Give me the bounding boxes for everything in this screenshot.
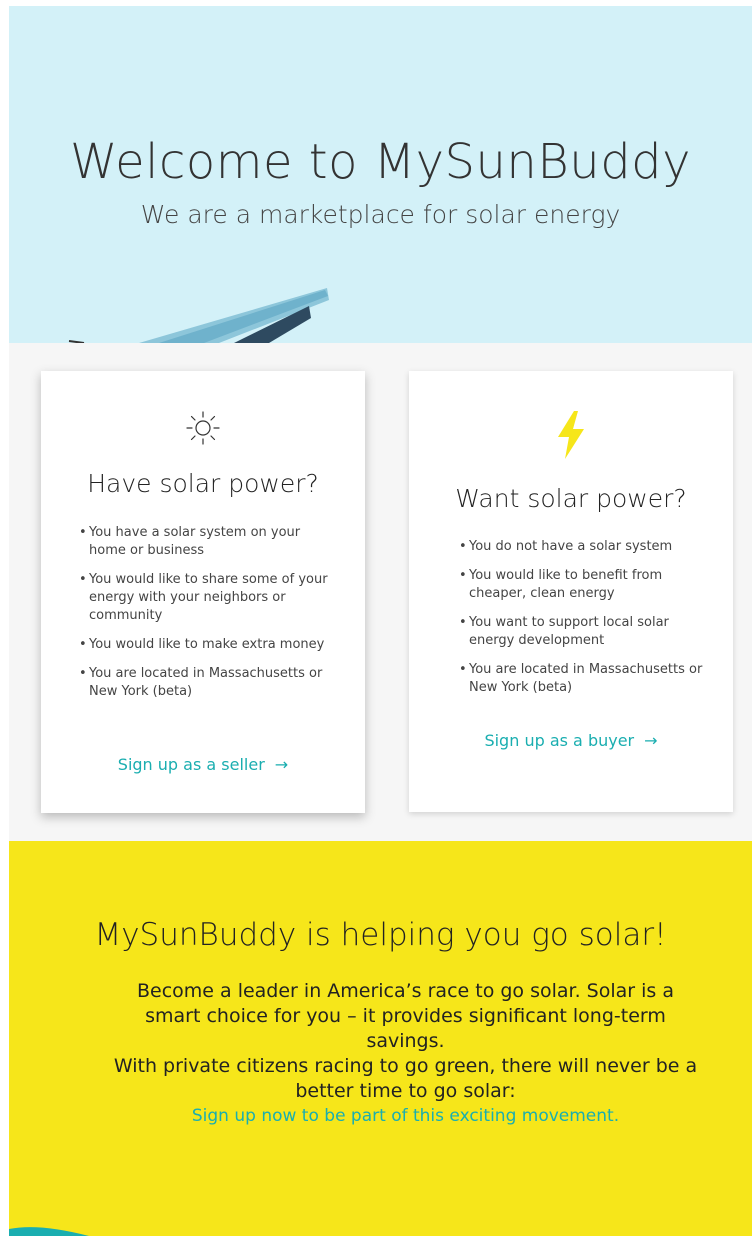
signup-now-link[interactable]: Sign up now to be part of this exciting … bbox=[109, 1104, 702, 1129]
seller-card: Have solar power? You have a solar syste… bbox=[41, 371, 365, 813]
list-item: You do not have a solar system bbox=[459, 538, 705, 556]
buyer-signup-label: Sign up as a buyer bbox=[484, 731, 635, 750]
sun-icon bbox=[41, 411, 365, 449]
list-item: You would like to make extra money bbox=[79, 636, 337, 654]
page-title: Welcome to MySunBuddy bbox=[69, 134, 692, 190]
seller-signup-label: Sign up as a seller bbox=[117, 755, 265, 774]
promo-title: MySunBuddy is helping you go solar! bbox=[94, 917, 667, 953]
hero-banner: Welcome to MySunBuddy We are a marketpla… bbox=[9, 6, 752, 343]
promo-paragraph-2: With private citizens racing to go green… bbox=[113, 1055, 698, 1102]
lightning-bolt-icon bbox=[409, 411, 733, 463]
list-item: You are located in Massachusetts or New … bbox=[459, 661, 705, 697]
arrow-right-icon: → bbox=[644, 731, 658, 750]
buyer-criteria-list: You do not have a solar system You would… bbox=[459, 538, 705, 708]
list-item: You have a solar system on your home or … bbox=[79, 524, 337, 560]
buyer-card: Want solar power? You do not have a sola… bbox=[409, 371, 733, 812]
list-item: You would like to benefit from cheaper, … bbox=[459, 567, 705, 603]
seller-signup-link[interactable]: Sign up as a seller → bbox=[41, 755, 365, 774]
promo-text: Become a leader in America’s race to go … bbox=[109, 979, 702, 1129]
decorative-wave bbox=[9, 1227, 89, 1236]
seller-criteria-list: You have a solar system on your home or … bbox=[79, 524, 337, 712]
buyer-signup-link[interactable]: Sign up as a buyer → bbox=[409, 731, 733, 750]
promo-section: MySunBuddy is helping you go solar! Beco… bbox=[9, 841, 752, 1236]
promo-paragraph-1: Become a leader in America’s race to go … bbox=[136, 980, 675, 1052]
audience-cards: Have solar power? You have a solar syste… bbox=[9, 343, 752, 841]
buyer-card-title: Want solar power? bbox=[455, 484, 687, 513]
seller-card-title: Have solar power? bbox=[87, 469, 319, 498]
list-item: You would like to share some of your ene… bbox=[79, 571, 337, 625]
arrow-right-icon: → bbox=[274, 755, 289, 774]
list-item: You want to support local solar energy d… bbox=[459, 614, 705, 650]
page-subtitle: We are a marketplace for solar energy bbox=[140, 200, 621, 229]
page: Welcome to MySunBuddy We are a marketpla… bbox=[0, 0, 752, 1236]
list-item: You are located in Massachusetts or New … bbox=[79, 665, 337, 701]
